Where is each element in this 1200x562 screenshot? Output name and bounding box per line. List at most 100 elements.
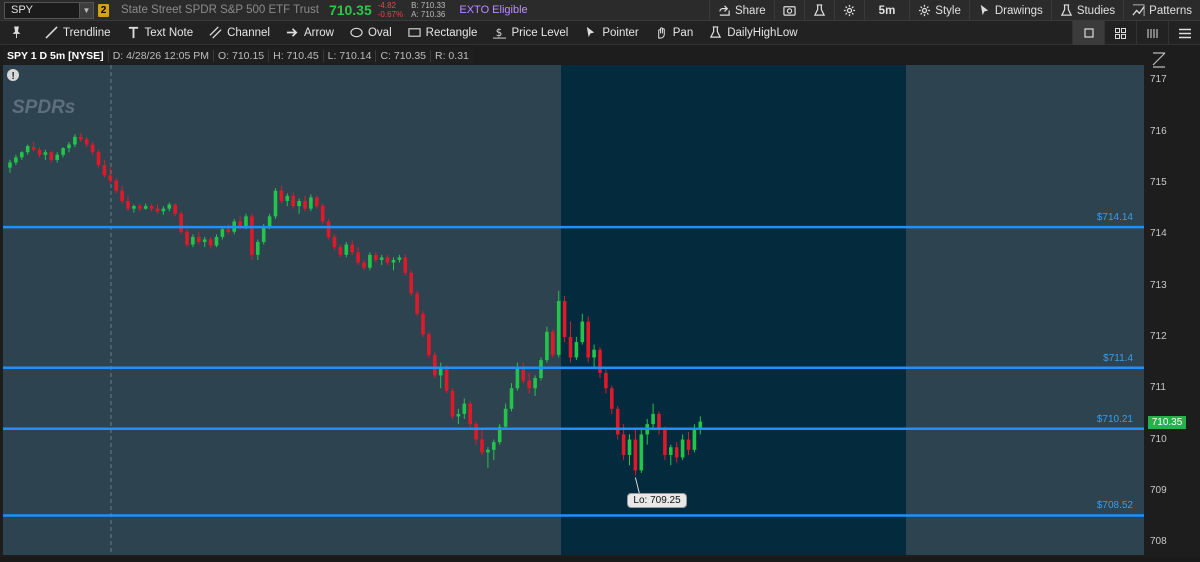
drawing-toolbar: Trendline Text Note Channel Arrow Oval R…: [0, 21, 1200, 45]
current-price-tag: 710.35: [1148, 415, 1186, 429]
drawings-label: Drawings: [994, 4, 1043, 17]
candle-body: [521, 367, 526, 381]
candle-body: [527, 380, 531, 389]
oval-tool[interactable]: Oval: [342, 21, 400, 45]
candle-body: [456, 413, 461, 417]
chevron-down-icon[interactable]: ▼: [79, 2, 93, 18]
flask-icon: [813, 4, 825, 16]
candle-body: [8, 162, 12, 168]
price-level-label: Price Level: [511, 26, 569, 39]
drawings-button[interactable]: Drawings: [968, 0, 1051, 21]
candle-body: [486, 449, 490, 453]
candle-body: [102, 165, 107, 176]
pointer-icon: [980, 4, 989, 16]
columns-layout-button[interactable]: [1136, 21, 1168, 45]
y-tick-label: 708: [1150, 536, 1167, 548]
candle-body: [556, 301, 561, 355]
candle-body: [627, 439, 632, 455]
price-chart[interactable]: SPDRs ! SPY 1 D 5m [NYSE] D: 4/28/26 12:…: [0, 45, 1200, 557]
candle-body: [14, 157, 18, 163]
candle-body: [273, 190, 278, 217]
pan-label: Pan: [672, 26, 694, 39]
candle-body: [79, 136, 83, 140]
candle-body: [639, 434, 644, 471]
trendline-tool[interactable]: Trendline: [37, 21, 119, 45]
snapshot-button[interactable]: [773, 0, 804, 21]
oval-icon: [350, 27, 363, 38]
candle-body: [385, 257, 390, 263]
candle-body: [108, 175, 113, 181]
candle-body: [580, 321, 585, 343]
price-level-tool[interactable]: $ Price Level: [485, 21, 576, 45]
daily-high-low-tool[interactable]: DailyHighLow: [701, 21, 805, 45]
grid-layout-button[interactable]: [1104, 21, 1136, 45]
price-level-label: $708.52: [1096, 500, 1133, 512]
symbol-header: SPY ▼ 2 State Street SPDR S&P 500 ETF Tr…: [0, 0, 1200, 21]
price-change: -4.82 -0.67%: [378, 1, 403, 19]
candle-body: [427, 334, 431, 355]
candle-body: [143, 206, 148, 209]
candle-body: [503, 408, 508, 427]
chart-title: SPY 1 D 5m [NYSE]: [3, 49, 109, 62]
pointer-tool[interactable]: Pointer: [576, 21, 646, 45]
pointer-icon: [587, 26, 595, 38]
y-tick-label: 710: [1150, 433, 1167, 445]
candle-body: [114, 180, 118, 191]
patterns-icon: [1132, 4, 1145, 17]
patterns-button[interactable]: Patterns: [1123, 0, 1200, 21]
single-grid-button[interactable]: [1072, 21, 1104, 45]
candle-body: [197, 236, 201, 243]
share-button[interactable]: Share: [708, 0, 774, 21]
link-group-badge[interactable]: 2: [98, 3, 109, 17]
candle-body: [468, 403, 472, 425]
candle-body: [651, 413, 655, 425]
candle-body: [462, 403, 467, 414]
candle-body: [297, 200, 301, 207]
channel-tool[interactable]: Channel: [201, 21, 278, 45]
highlight-zone: [561, 65, 906, 555]
pin-tool[interactable]: [0, 21, 37, 45]
ohlc-info-bar: SPY 1 D 5m [NYSE] D: 4/28/26 12:05 PM O:…: [3, 47, 473, 64]
y-tick-label: 713: [1150, 279, 1167, 291]
candle-body: [43, 152, 48, 155]
pin-icon: [12, 26, 21, 39]
candle-body: [55, 154, 59, 160]
candle-body: [267, 216, 272, 227]
style-button[interactable]: Style: [909, 0, 969, 21]
candle-body: [179, 213, 183, 232]
arrow-icon: [286, 28, 298, 37]
menu-button[interactable]: [1168, 21, 1200, 45]
text-note-tool[interactable]: Text Note: [119, 21, 202, 45]
y-tick-label: 712: [1150, 330, 1167, 342]
candle-body: [208, 239, 213, 246]
candle-body: [669, 447, 673, 455]
pointer-label: Pointer: [602, 26, 639, 39]
flask-button[interactable]: [803, 0, 834, 21]
candle-body: [90, 144, 95, 153]
candle-body: [344, 244, 349, 255]
arrow-label: Arrow: [303, 26, 334, 39]
exto-eligible-link[interactable]: EXTO Eligible: [459, 4, 527, 16]
square-icon: [1083, 28, 1094, 38]
price-level-label: $714.14: [1096, 212, 1133, 224]
arrow-tool[interactable]: Arrow: [278, 21, 342, 45]
candle-body: [562, 301, 567, 337]
layout-buttons: [1072, 21, 1200, 45]
candle-body: [474, 424, 478, 440]
candle-body: [132, 206, 136, 209]
info-open: O: 710.15: [214, 49, 270, 62]
settings-button[interactable]: [833, 0, 864, 21]
studies-button[interactable]: Studies: [1050, 0, 1123, 21]
timeframe-button[interactable]: 5m: [863, 0, 910, 21]
chart-controls: Share 5m Style Drawings Studies Patterns: [708, 0, 1200, 21]
candle-body: [155, 208, 160, 212]
candle-body: [356, 252, 360, 263]
rectangle-tool[interactable]: Rectangle: [400, 21, 486, 45]
y-tick-label: 717: [1150, 74, 1167, 86]
candle-body: [25, 146, 30, 153]
pan-tool[interactable]: Pan: [647, 21, 701, 45]
bid-value: B: 710.33: [411, 1, 446, 10]
symbol-input[interactable]: SPY ▼: [4, 1, 94, 19]
candlestick-chart[interactable]: SPDRs !: [0, 45, 1200, 557]
candle-body: [598, 349, 602, 373]
